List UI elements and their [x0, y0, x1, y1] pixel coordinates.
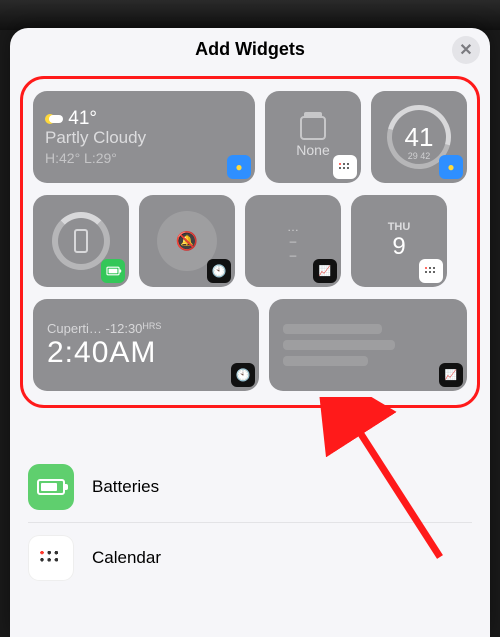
- clock-app-icon: 🕙: [231, 363, 255, 387]
- clock-city-widget[interactable]: 🔕 🕙: [139, 195, 235, 287]
- calendar-day-widget[interactable]: THU 9: [351, 195, 447, 287]
- stock-bars: [269, 299, 467, 391]
- world-clock-widget[interactable]: Cuperti… -12:30HRS 2:40AM 🕙: [33, 299, 259, 391]
- weather-gauge-widget[interactable]: 41 29 42 ●: [371, 91, 467, 183]
- weather-hilo: H:42° L:29°: [45, 150, 243, 166]
- calendar-none-label: None: [296, 142, 329, 158]
- stocks-widget-small[interactable]: … – – 📈: [245, 195, 341, 287]
- cloud-icon: [49, 115, 63, 123]
- app-list-item-batteries[interactable]: Batteries: [28, 452, 472, 523]
- sheet-title: Add Widgets: [195, 39, 305, 60]
- weather-widget-medium[interactable]: 41° Partly Cloudy H:42° L:29° ●: [33, 91, 255, 183]
- stocks-widget-medium[interactable]: 📈: [269, 299, 467, 391]
- gauge-range: 29 42: [408, 151, 431, 161]
- weather-app-icon: ●: [227, 155, 251, 179]
- dash-1: –: [290, 234, 297, 248]
- widget-row: 41° Partly Cloudy H:42° L:29° ● None 41 …: [33, 91, 467, 183]
- weather-app-icon: ●: [439, 155, 463, 179]
- widget-row: 🔕 🕙 … – – 📈 THU 9: [33, 195, 467, 287]
- calendar-icon: [300, 116, 326, 140]
- widget-gallery-highlight: 41° Partly Cloudy H:42° L:29° ● None 41 …: [20, 76, 480, 408]
- calendar-widget-empty[interactable]: None: [265, 91, 361, 183]
- add-widgets-sheet: Add Widgets ✕ 41° Partly Cloudy H:42° L:…: [10, 28, 490, 637]
- phone-icon: [74, 229, 88, 253]
- stocks-app-icon: 📈: [439, 363, 463, 387]
- sheet-header: Add Widgets ✕: [10, 28, 490, 70]
- gauge-value: 41: [405, 122, 434, 153]
- batteries-widget[interactable]: [33, 195, 129, 287]
- calendar-dow: THU: [388, 221, 411, 233]
- dash-2: –: [290, 248, 297, 262]
- batteries-app-icon: [28, 464, 74, 510]
- wallpaper-strip: [0, 0, 500, 30]
- calendar-date: 9: [392, 233, 405, 261]
- clock-time: 2:40AM: [47, 336, 245, 370]
- weather-condition: Partly Cloudy: [45, 128, 243, 148]
- bar-icon: [283, 324, 382, 334]
- app-list: Batteries Calendar: [28, 452, 472, 593]
- bar-icon: [283, 356, 368, 366]
- clock-app-icon: 🕙: [207, 259, 231, 283]
- calendar-app-icon: [333, 155, 357, 179]
- app-list-item-calendar[interactable]: Calendar: [28, 523, 472, 593]
- clock-city-line: Cuperti… -12:30HRS: [47, 321, 245, 336]
- close-button[interactable]: ✕: [452, 36, 480, 64]
- stocks-app-icon: 📈: [313, 259, 337, 283]
- calendar-app-icon: [28, 535, 74, 581]
- widget-row: Cuperti… -12:30HRS 2:40AM 🕙 📈: [33, 299, 467, 391]
- weather-temp: 41°: [45, 108, 243, 130]
- app-list-label: Batteries: [92, 477, 159, 497]
- dots-icon: …: [287, 220, 299, 234]
- bar-icon: [283, 340, 395, 350]
- batteries-app-icon: [101, 259, 125, 283]
- app-list-label: Calendar: [92, 548, 161, 568]
- calendar-app-icon: [419, 259, 443, 283]
